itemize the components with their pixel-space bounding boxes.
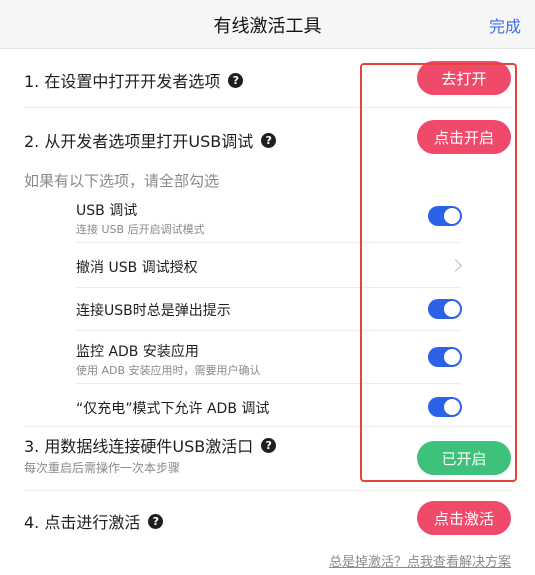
option-label: 撤消 USB 调试授权 <box>76 260 198 276</box>
step-4: 4. 点击进行激活 ? <box>24 509 164 533</box>
help-icon[interactable]: ? <box>261 437 277 453</box>
option-desc: 使用 ADB 安装应用时，需要用户确认 <box>76 364 261 377</box>
step-3-label: 3. 用数据线连接硬件USB激活口 <box>24 437 254 456</box>
option-label: “仅充电”模式下允许 ADB 调试 <box>76 401 270 417</box>
activate-button[interactable]: 点击激活 <box>417 501 511 535</box>
help-icon[interactable]: ? <box>261 132 277 148</box>
page-title: 有线激活工具 <box>213 16 322 37</box>
step-1: 1. 在设置中打开开发者选项 ? <box>24 68 244 92</box>
help-icon[interactable]: ? <box>228 72 244 88</box>
step-2-label: 2. 从开发者选项里打开USB调试 <box>24 132 254 151</box>
option-label: 连接USB时总是弹出提示 <box>76 303 231 319</box>
options-hint: 如果有以下选项，请全部勾选 <box>24 172 220 190</box>
step-1-label: 1. 在设置中打开开发者选项 <box>24 72 221 91</box>
step-4-label: 4. 点击进行激活 <box>24 513 141 532</box>
nav-header: 有线激活工具 完成 <box>0 0 535 49</box>
option-label: USB 调试 <box>76 203 138 219</box>
divider <box>24 490 511 491</box>
done-button[interactable]: 完成 <box>489 13 521 37</box>
step-3-note: 每次重启后需操作一次本步骤 <box>24 461 181 475</box>
step-2: 2. 从开发者选项里打开USB调试 ? <box>24 128 277 152</box>
option-label: 监控 ADB 安装应用 <box>76 344 199 360</box>
troubleshoot-link[interactable]: 总是掉激活？点我查看解决方案 <box>329 551 511 570</box>
step-3: 3. 用数据线连接硬件USB激活口 ? <box>24 433 277 457</box>
help-icon[interactable]: ? <box>148 513 164 529</box>
highlight-box <box>360 63 517 482</box>
option-desc: 连接 USB 后开启调试模式 <box>76 223 205 236</box>
